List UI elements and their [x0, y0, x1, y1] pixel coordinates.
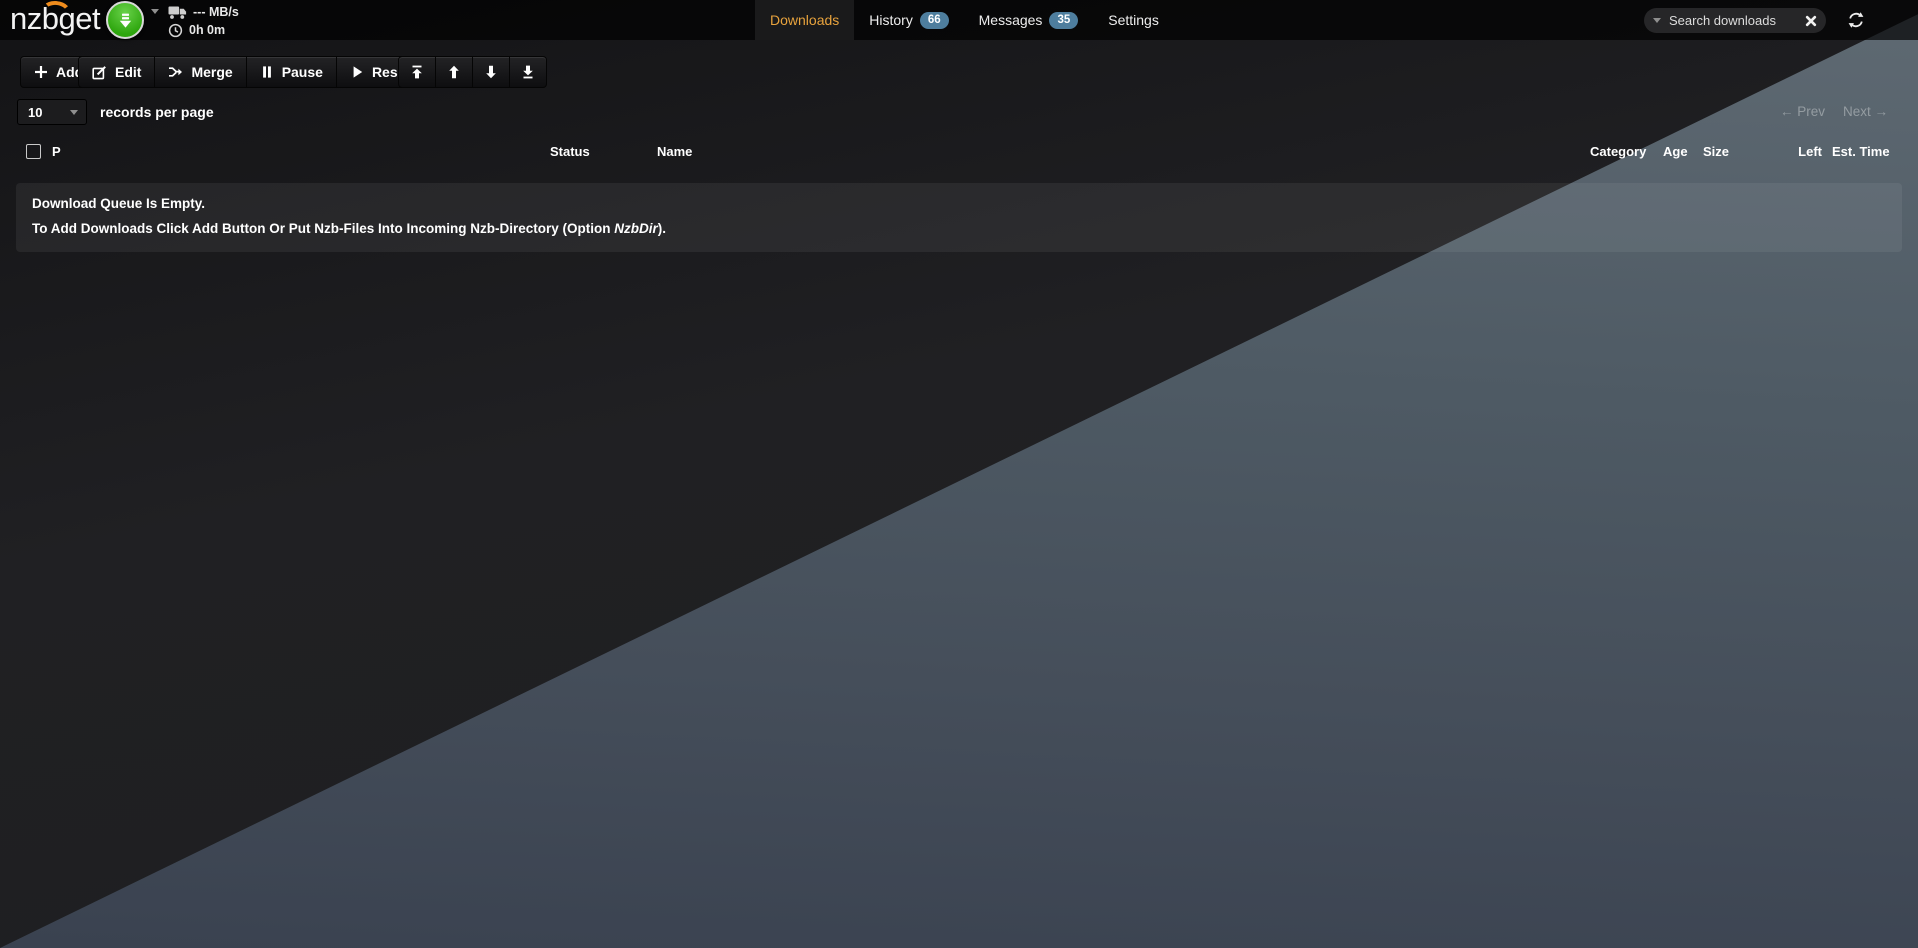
merge-icon	[168, 65, 183, 79]
tab-settings[interactable]: Settings	[1093, 0, 1174, 40]
merge-button[interactable]: Merge	[154, 56, 246, 88]
nzbdir-option-label: NzbDir	[614, 221, 658, 236]
edit-icon	[92, 65, 107, 80]
column-size[interactable]: Size	[1703, 137, 1729, 167]
move-actions-group	[398, 56, 547, 88]
empty-queue-body-text: To Add Downloads Click Add Button Or Put…	[32, 221, 614, 236]
column-name[interactable]: Name	[657, 137, 692, 167]
queue-table-header: P Status Name Category Age Size Left Est…	[0, 137, 1918, 167]
move-up-button[interactable]	[435, 56, 473, 88]
edit-label: Edit	[115, 64, 141, 80]
refresh-icon	[1847, 11, 1865, 29]
tab-history[interactable]: History 66	[854, 0, 963, 40]
column-status[interactable]: Status	[550, 137, 590, 167]
search-clear-icon[interactable]	[1805, 15, 1817, 27]
play-icon	[350, 65, 364, 79]
add-download-button[interactable]	[106, 1, 144, 39]
empty-queue-title: Download Queue Is Empty.	[32, 196, 1886, 211]
refresh-button[interactable]	[1846, 10, 1866, 30]
download-arrow-icon	[116, 11, 135, 30]
column-est-time[interactable]: Est. Time	[1832, 137, 1890, 167]
pause-button[interactable]: Pause	[246, 56, 337, 88]
empty-queue-notice: Download Queue Is Empty. To Add Download…	[16, 183, 1902, 252]
column-category[interactable]: Category	[1590, 137, 1646, 167]
plus-icon	[34, 65, 48, 79]
uptime-value: 0h 0m	[189, 23, 225, 37]
move-to-top-button[interactable]	[398, 56, 436, 88]
refresh-menu-caret-icon[interactable]	[1886, 17, 1896, 25]
empty-queue-body-suffix: ).	[658, 221, 666, 236]
records-per-page-value: 10	[28, 105, 42, 120]
prev-page-link[interactable]: ← Prev	[1780, 99, 1825, 125]
edit-button[interactable]: Edit	[78, 56, 155, 88]
tab-downloads[interactable]: Downloads	[755, 0, 854, 40]
time-indicator: 0h 0m	[168, 22, 225, 38]
records-per-page-label: records per page	[100, 99, 214, 125]
merge-label: Merge	[191, 64, 232, 80]
logo-menu-caret-icon[interactable]	[151, 9, 159, 14]
arrow-to-top-icon	[410, 65, 424, 79]
move-down-button[interactable]	[472, 56, 510, 88]
tab-downloads-label: Downloads	[770, 12, 839, 28]
speed-indicator: --- MB/s	[168, 4, 239, 20]
move-to-bottom-button[interactable]	[509, 56, 547, 88]
tab-settings-label: Settings	[1108, 12, 1159, 28]
main-nav: Downloads History 66 Messages 35 Setting…	[755, 0, 1174, 40]
pause-label: Pause	[282, 64, 323, 80]
top-navbar: nzbget --- MB/s	[0, 0, 1918, 40]
arrow-to-bottom-icon	[521, 65, 535, 79]
select-all-checkbox[interactable]	[26, 144, 41, 159]
column-left[interactable]: Left	[1752, 137, 1822, 167]
history-count-badge: 66	[920, 12, 949, 29]
column-age[interactable]: Age	[1663, 137, 1688, 167]
search-box	[1644, 8, 1826, 33]
column-priority[interactable]: P	[52, 137, 61, 167]
arrow-up-icon	[447, 65, 461, 79]
search-options-caret-icon[interactable]	[1653, 18, 1661, 23]
empty-queue-body: To Add Downloads Click Add Button Or Put…	[32, 221, 1886, 236]
nzbget-app: nzbget --- MB/s	[0, 0, 1918, 948]
records-per-page-select[interactable]: 10	[17, 99, 87, 125]
search-input[interactable]	[1667, 12, 1799, 29]
messages-count-badge: 35	[1049, 12, 1078, 29]
speed-value: --- MB/s	[193, 5, 239, 19]
tab-messages-label: Messages	[979, 12, 1043, 28]
tab-history-label: History	[869, 12, 913, 28]
tab-messages[interactable]: Messages 35	[964, 0, 1094, 40]
truck-icon	[168, 5, 187, 20]
clock-icon	[168, 23, 183, 38]
arrow-down-icon	[484, 65, 498, 79]
select-caret-icon	[70, 110, 78, 115]
next-page-link[interactable]: Next →	[1843, 99, 1888, 125]
pause-icon	[260, 65, 274, 79]
